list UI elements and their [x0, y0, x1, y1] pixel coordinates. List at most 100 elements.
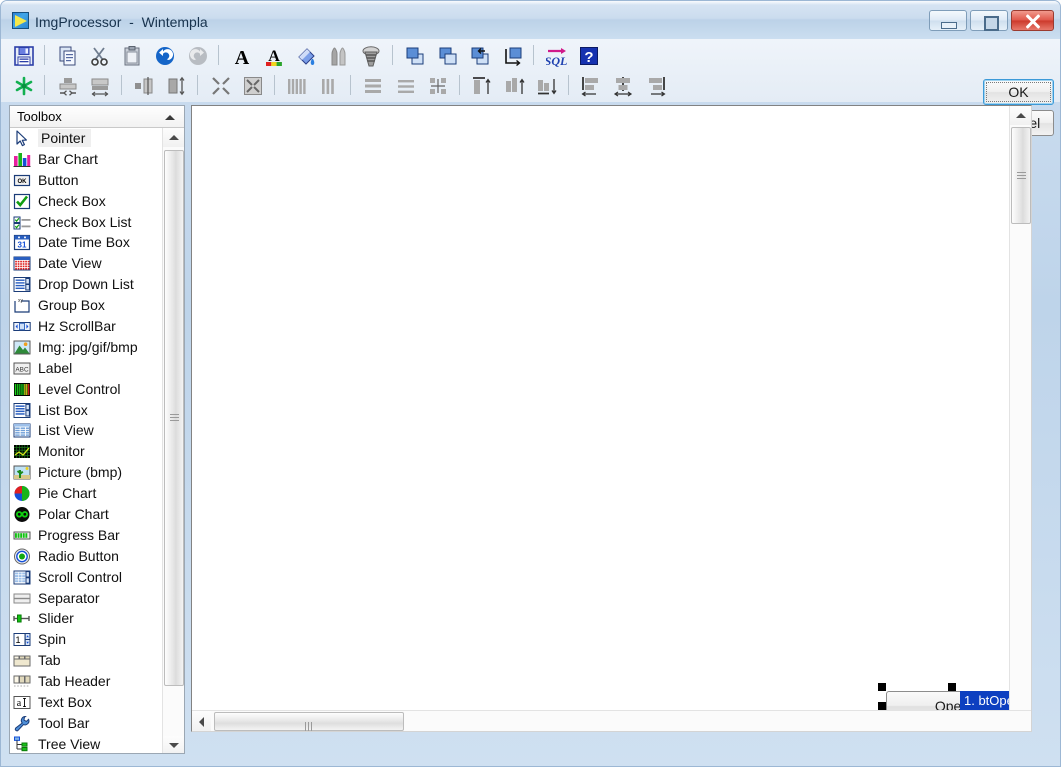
- svg-text:OK: OK: [18, 179, 28, 185]
- size-to-grid-icon[interactable]: [129, 71, 157, 99]
- toolbox-item-img-jpg-gif-bmp[interactable]: Img: jpg/gif/bmp: [10, 337, 162, 358]
- toolbox-list[interactable]: Pointer Bar Chart OK Button Check Box Check B…: [10, 128, 162, 753]
- toolbox-item-tree-view[interactable]: Tree View: [10, 734, 162, 753]
- maximize-button[interactable]: [970, 10, 1008, 31]
- send-to-back-icon[interactable]: [433, 41, 461, 69]
- cut-icon[interactable]: [85, 41, 113, 69]
- toolbox-item-picture-bmp[interactable]: Picture (bmp): [10, 462, 162, 483]
- toolbox-item-monitor[interactable]: Monitor: [10, 441, 162, 462]
- toolbox-item-hz-scrollbar[interactable]: Hz ScrollBar: [10, 316, 162, 337]
- canvas-vertical-scrollbar[interactable]: [1009, 106, 1031, 731]
- fill-color-icon[interactable]: [292, 41, 320, 69]
- resize-handle-n[interactable]: [948, 683, 956, 691]
- shrink-horizontal-icon[interactable]: [206, 71, 234, 99]
- align-right-icon[interactable]: [641, 71, 669, 99]
- undo-icon[interactable]: [150, 41, 178, 69]
- toolbox-item-level-control[interactable]: Level Control: [10, 379, 162, 400]
- toolbox-item-date-time-box[interactable]: 31 Date Time Box: [10, 232, 162, 253]
- canvas-scroll-left-arrow[interactable]: [192, 711, 211, 731]
- toolbox-item-date-view[interactable]: Date View: [10, 253, 162, 274]
- snowflake-icon[interactable]: [9, 71, 37, 99]
- scroll-down-arrow[interactable]: [163, 736, 184, 753]
- toolbox-item-drop-down-list[interactable]: Drop Down List: [10, 274, 162, 295]
- toolbox-item-pie-chart[interactable]: Pie Chart: [10, 483, 162, 504]
- canvas-scroll-thumb[interactable]: [1011, 127, 1031, 224]
- toolbox-item-label: Spin: [38, 631, 67, 648]
- toolbox-item-label: Label: [38, 359, 73, 376]
- make-same-height-icon[interactable]: [85, 71, 113, 99]
- send-backward-icon[interactable]: [498, 41, 526, 69]
- resize-handle-nw[interactable]: [878, 683, 886, 691]
- paste-icon[interactable]: [118, 41, 146, 69]
- toolbox-item-check-box[interactable]: Check Box: [10, 191, 162, 212]
- toolbox-panel: Toolbox Pointer Bar Chart OK Button Check Bo…: [9, 105, 185, 754]
- help-icon[interactable]: ?: [574, 41, 602, 69]
- slider-icon: [13, 610, 31, 627]
- align-middle-icon[interactable]: [500, 71, 528, 99]
- distribute-columns-icon[interactable]: [282, 71, 310, 99]
- toolbox-item-radio-button[interactable]: Radio Button: [10, 546, 162, 567]
- toolbox-item-pointer[interactable]: Pointer: [10, 128, 162, 149]
- canvas-hscroll-thumb[interactable]: [214, 712, 404, 731]
- design-canvas[interactable]: Open 1. btOpen: [191, 105, 1032, 732]
- toolbox-item-list-box[interactable]: List Box: [10, 400, 162, 421]
- shrink-vertical-icon[interactable]: [238, 71, 266, 99]
- align-top-icon[interactable]: [467, 71, 495, 99]
- align-left-icon[interactable]: [576, 71, 604, 99]
- toolbox-item-tab-header[interactable]: Tab Header: [10, 671, 162, 692]
- toolbox-item-label: Level Control: [38, 380, 121, 397]
- toolbox-scrollbar[interactable]: [162, 128, 184, 753]
- redo-icon[interactable]: [183, 41, 211, 69]
- scroll-up-arrow[interactable]: [163, 128, 184, 147]
- separator: [118, 71, 125, 99]
- make-same-width-icon[interactable]: [53, 71, 81, 99]
- align-center-icon[interactable]: [608, 71, 636, 99]
- toolbox-item-progress-bar[interactable]: Progress Bar: [10, 525, 162, 546]
- toolbox-item-spin[interactable]: 1 Spin: [10, 629, 162, 650]
- toolbox-item-slider[interactable]: Slider: [10, 608, 162, 629]
- separator: [41, 71, 48, 99]
- font-color-icon[interactable]: A: [259, 41, 287, 69]
- toolbox-item-label[interactable]: ABC Label: [10, 358, 162, 379]
- font-bold-icon[interactable]: A: [227, 41, 255, 69]
- chevron-up-icon[interactable]: [158, 109, 180, 125]
- tab-icon: [13, 652, 31, 669]
- minimize-button[interactable]: [929, 10, 967, 31]
- toolbox-item-separator[interactable]: Separator: [10, 588, 162, 609]
- toolbox-item-button[interactable]: OK Button: [10, 170, 162, 191]
- toolbox-item-list-view[interactable]: List View: [10, 420, 162, 441]
- screw-icon[interactable]: [356, 41, 384, 69]
- bar-chart-icon: [13, 151, 31, 168]
- monitor-icon: [13, 443, 31, 460]
- toolbox-item-label: Picture (bmp): [38, 464, 123, 481]
- close-button[interactable]: [1011, 10, 1054, 31]
- bring-forward-icon[interactable]: [465, 41, 493, 69]
- save-icon[interactable]: [9, 41, 37, 69]
- toolbox-item-tab[interactable]: Tab: [10, 650, 162, 671]
- distribute-columns-2-icon[interactable]: [314, 71, 342, 99]
- toolbox-item-group-box[interactable]: xy Group Box: [10, 295, 162, 316]
- toolbox-item-text-box[interactable]: a Text Box: [10, 692, 162, 713]
- size-height-icon[interactable]: [162, 71, 190, 99]
- toolbox-item-tool-bar[interactable]: Tool Bar: [10, 713, 162, 734]
- align-bottom-icon[interactable]: [532, 71, 560, 99]
- grid-arrange-icon[interactable]: [423, 71, 451, 99]
- toolbox-item-scroll-control[interactable]: Scroll Control: [10, 567, 162, 588]
- sql-icon[interactable]: SQL: [542, 41, 570, 69]
- toolbox-item-label: Radio Button: [38, 547, 119, 564]
- copy-icon[interactable]: [53, 41, 81, 69]
- toolbox-item-check-box-list[interactable]: Check Box List: [10, 212, 162, 233]
- resize-handle-w[interactable]: [878, 702, 886, 710]
- ok-button[interactable]: OK: [983, 79, 1054, 105]
- canvas-scroll-up-arrow[interactable]: [1010, 106, 1031, 125]
- toolbox-item-polar-chart[interactable]: Polar Chart: [10, 504, 162, 525]
- tree-view-icon: [13, 736, 31, 753]
- bring-to-front-icon[interactable]: [400, 41, 428, 69]
- tool-bar-icon: [13, 715, 31, 732]
- toolbox-scroll-thumb[interactable]: [164, 150, 184, 686]
- align-rows-2-icon[interactable]: [391, 71, 419, 99]
- align-rows-icon[interactable]: [358, 71, 386, 99]
- pens-icon[interactable]: [324, 41, 352, 69]
- toolbox-item-bar-chart[interactable]: Bar Chart: [10, 149, 162, 170]
- canvas-horizontal-scrollbar[interactable]: [192, 710, 1031, 731]
